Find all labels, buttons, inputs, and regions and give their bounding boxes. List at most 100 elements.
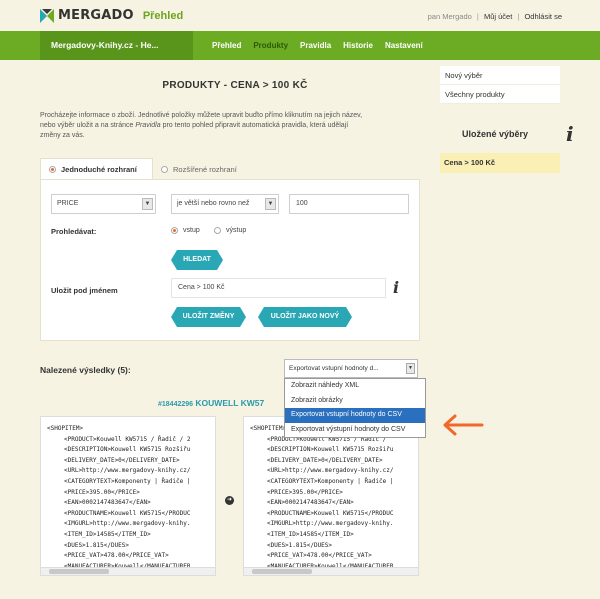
xml-line: <IMGURL>http://www.mergadovy-knihy. <box>267 520 394 528</box>
info-icon[interactable]: i <box>393 278 399 297</box>
nav-historie[interactable]: Historie <box>343 31 373 60</box>
mergado-logo-icon <box>40 8 54 23</box>
pravidla-link[interactable]: Pravidla <box>135 122 160 129</box>
chevron-down-icon: ▼ <box>142 198 153 210</box>
arrow-right-icon: ➜ <box>225 496 234 505</box>
top-bar: MERGADO Přehled pan Mergado | Můj účet |… <box>0 0 600 31</box>
xml-line: <DUES>1.815</DUES> <box>64 541 130 549</box>
xml-line: <PRICE_VAT>478.00</PRICE_VAT> <box>267 552 372 560</box>
search-button[interactable]: HLEDAT <box>171 250 223 270</box>
save-name-label: Uložit pod jménem <box>51 286 118 295</box>
item-name: KOUWELL KW57 <box>195 398 265 408</box>
filter-panel: PRICE ▼ je větší nebo rovno než ▼ 100 Pr… <box>40 179 420 341</box>
nav-nastaveni[interactable]: Nastavení <box>385 31 423 60</box>
logo-subtitle: Přehled <box>142 9 184 22</box>
radio-input-label: vstup <box>183 227 200 234</box>
saved-selections-title: Uložené výběry <box>462 129 529 139</box>
filter-tabs: Jednoduché rozhraní Rozšířené rozhraní <box>40 158 245 180</box>
intro-line-3: změny za vás. <box>40 132 85 139</box>
field-select[interactable]: PRICE ▼ <box>51 194 156 214</box>
xml-preview-input[interactable]: <SHOPITEM> <PRODUCT>Kouwell KW5715 / Řadi… <box>40 416 216 576</box>
save-name-input[interactable]: Cena > 100 Kč <box>171 278 386 298</box>
tab-advanced-radio <box>161 165 168 173</box>
my-account-link[interactable]: Můj účet <box>484 12 512 21</box>
operator-select-value: je větší nebo rovno než <box>177 200 250 207</box>
sidebar-item-new-selection[interactable]: Nový výběr <box>440 66 560 85</box>
export-option[interactable]: Zobrazit obrázky <box>285 394 425 409</box>
sidebar-links: Nový výběr Všechny produkty <box>440 66 560 104</box>
operator-select[interactable]: je větší nebo rovno než ▼ <box>171 194 279 214</box>
field-select-value: PRICE <box>57 200 79 207</box>
save-changes-button[interactable]: ULOŽIT ZMĚNY <box>171 307 246 327</box>
radio-input[interactable] <box>171 227 178 234</box>
export-dropdown: Zobrazit náhledy XML Zobrazit obrázky Ex… <box>284 378 426 438</box>
export-option-highlighted[interactable]: Exportovat vstupní hodnoty do CSV <box>285 408 425 423</box>
intro-text: Procházejte informace o zboží. Jednotliv… <box>40 111 420 141</box>
xml-line: <EAN>0002147483647</EAN> <box>64 499 151 507</box>
horizontal-scrollbar[interactable] <box>41 567 215 575</box>
browse-label: Prohledávat: <box>51 227 97 236</box>
tab-advanced-label: Rozšířené rozhraní <box>173 164 237 174</box>
xml-line: <PRICE_VAT>478.00</PRICE_VAT> <box>64 552 169 560</box>
xml-preview-output[interactable]: <SHOPITEM> <PRODUCT>Kouwell KW5715 / Řadi… <box>243 416 419 576</box>
xml-line: <PRODUCTNAME>Kouwell KW5715</PRODUC <box>267 509 394 517</box>
export-select[interactable]: Exportovat vstupní hodnoty d... ▼ <box>284 359 418 378</box>
xml-line: <IMGURL>http://www.mergadovy-knihy. <box>64 520 191 528</box>
radio-output-label: výstup <box>226 227 247 234</box>
xml-line: <CATEGORYTEXT>Komponenty | Řadiče | <box>267 477 394 485</box>
project-selector[interactable]: Mergadovy-Knihy.cz - He... <box>40 31 193 60</box>
save-as-new-button[interactable]: ULOŽIT JAKO NOVÝ <box>258 307 352 327</box>
sidebar-item-all-products[interactable]: Všechny produkty <box>440 85 560 104</box>
xml-line: <ITEM_ID>14585</ITEM_ID> <box>64 530 151 538</box>
radio-input-option[interactable]: vstup <box>171 227 200 234</box>
tab-simple[interactable]: Jednoduché rozhraní <box>40 158 153 180</box>
chevron-down-icon: ▼ <box>406 363 415 374</box>
page-title: PRODUKTY - CENA > 100 KČ <box>162 80 308 91</box>
main-nav: Mergadovy-Knihy.cz - He... Přehled Produ… <box>0 31 600 60</box>
xml-line: <URL>http://www.mergadovy-knihy.cz/ <box>267 467 394 475</box>
logout-link[interactable]: Odhlásit se <box>524 12 562 21</box>
xml-line: <DUES>1.815</DUES> <box>267 541 333 549</box>
xml-line: <DELIVERY_DATE>0</DELIVERY_DATE> <box>267 456 383 464</box>
xml-line: <CATEGORYTEXT>Komponenty | Řadiče | <box>64 477 191 485</box>
nav-prehled[interactable]: Přehled <box>212 31 241 60</box>
tab-advanced[interactable]: Rozšířené rozhraní <box>153 158 245 180</box>
xml-line: <PRODUCT>Kouwell KW5715 / Řadič / 2 <box>64 435 191 443</box>
nav-pravidla[interactable]: Pravidla <box>300 31 331 60</box>
item-title[interactable]: #18442296 KOUWELL KW57 <box>158 398 264 408</box>
intro-line-1: Procházejte informace o zboží. Jednotliv… <box>40 112 363 119</box>
xml-line: <EAN>0002147483647</EAN> <box>267 499 354 507</box>
tab-simple-radio <box>49 166 56 173</box>
user-bar: pan Mergado | Můj účet | Odhlásit se <box>427 12 562 21</box>
intro-line-2: nebo výběr uložit a na stránce Pravidla … <box>40 122 349 129</box>
xml-line: <DELIVERY_DATE>0</DELIVERY_DATE> <box>64 456 180 464</box>
user-name: pan Mergado <box>427 12 472 21</box>
info-icon[interactable]: i <box>566 122 574 146</box>
results-count: Nalezené výsledky (5): <box>40 365 131 375</box>
chevron-down-icon: ▼ <box>265 198 276 210</box>
xml-line: <DESCRIPTION>Kouwell KW5715 Rozšiřu <box>267 446 394 454</box>
tab-simple-label: Jednoduché rozhraní <box>61 165 137 174</box>
horizontal-scrollbar[interactable] <box>244 567 418 575</box>
export-option[interactable]: Exportovat výstupní hodnoty do CSV <box>285 423 425 438</box>
scrollbar-thumb[interactable] <box>252 569 312 574</box>
item-hash: #18442296 <box>158 401 194 408</box>
radio-output-option[interactable]: výstup <box>214 227 246 234</box>
xml-line: <PRICE>395.00</PRICE> <box>64 488 140 496</box>
radio-output[interactable] <box>214 227 221 234</box>
annotation-arrow-icon <box>440 413 484 439</box>
xml-line: <DESCRIPTION>Kouwell KW5715 Rozšiřu <box>64 446 191 454</box>
value-input[interactable]: 100 <box>289 194 409 214</box>
nav-produkty[interactable]: Produkty <box>253 31 288 60</box>
xml-line: <SHOPITEM> <box>47 425 84 432</box>
saved-selection-item[interactable]: Cena > 100 Kč <box>440 153 560 173</box>
logo-text: MERGADO <box>58 8 134 23</box>
export-option[interactable]: Zobrazit náhledy XML <box>285 379 425 394</box>
logo[interactable]: MERGADO Přehled <box>40 8 183 23</box>
xml-line: <ITEM_ID>14585</ITEM_ID> <box>267 530 354 538</box>
nav-links: Přehled Produkty Pravidla Historie Nasta… <box>212 31 435 60</box>
xml-line: <PRODUCTNAME>Kouwell KW5715</PRODUC <box>64 509 191 517</box>
xml-line: <URL>http://www.mergadovy-knihy.cz/ <box>64 467 191 475</box>
scrollbar-thumb[interactable] <box>49 569 109 574</box>
xml-line: <PRICE>395.00</PRICE> <box>267 488 343 496</box>
